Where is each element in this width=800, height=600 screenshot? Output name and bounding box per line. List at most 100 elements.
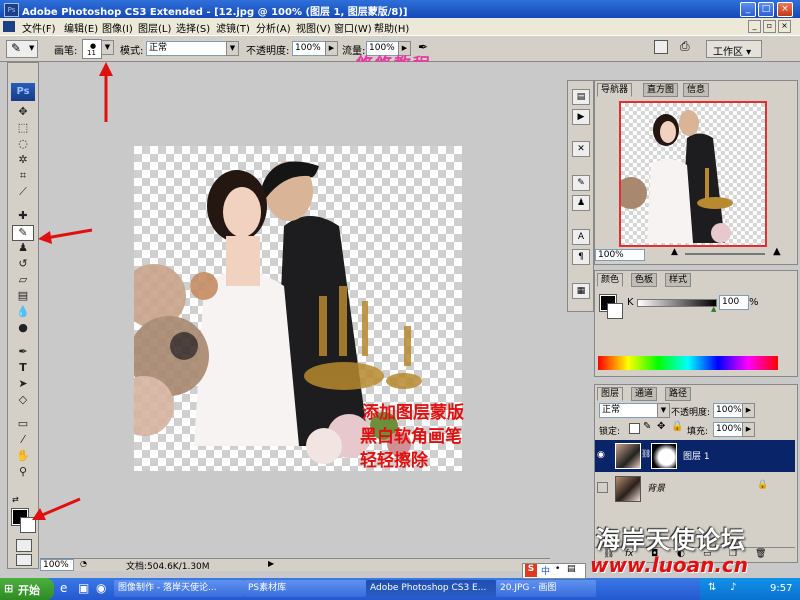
lasso-tool-icon[interactable]: ◌ bbox=[12, 137, 34, 151]
layer-comps-icon[interactable]: ▦ bbox=[572, 283, 590, 299]
eyedropper-tool-icon[interactable]: ⁄ bbox=[12, 433, 34, 447]
path-selection-tool-icon[interactable]: ➤ bbox=[12, 377, 34, 391]
task-paint[interactable]: 20.JPG - 画图 bbox=[496, 580, 596, 597]
navigator-zoom-slider[interactable] bbox=[685, 253, 765, 255]
navigator-zoom-field[interactable]: 100% bbox=[595, 249, 645, 261]
tab-styles[interactable]: 样式 bbox=[665, 273, 692, 287]
menu-select[interactable]: 选择(S) bbox=[176, 20, 210, 35]
tab-channels[interactable]: 通道 bbox=[631, 387, 658, 401]
screen-mode-icon[interactable] bbox=[16, 554, 32, 566]
brush-tool-icon[interactable]: ✎ bbox=[12, 225, 34, 241]
magic-wand-tool-icon[interactable]: ✲ bbox=[12, 153, 34, 167]
fill-input[interactable]: 100% bbox=[713, 422, 743, 437]
k-slider-handle-icon[interactable]: ▲ bbox=[711, 305, 716, 313]
opacity-input[interactable]: 100% bbox=[292, 41, 326, 56]
hand-tool-icon[interactable]: ✋ bbox=[12, 449, 34, 463]
status-menu-icon[interactable]: ◔ bbox=[80, 559, 87, 568]
quick-mask-icon[interactable] bbox=[16, 539, 32, 552]
menu-edit[interactable]: 编辑(E) bbox=[64, 20, 98, 35]
zoom-in-icon[interactable]: ▲ bbox=[773, 246, 781, 257]
layer-row-background[interactable]: 背景 🔒 bbox=[595, 473, 795, 503]
delete-layer-icon[interactable]: 🗑 bbox=[755, 549, 766, 559]
menu-view[interactable]: 视图(V) bbox=[296, 20, 331, 35]
visibility-eye-icon[interactable]: ◉ bbox=[597, 450, 605, 460]
opacity-arrow[interactable]: ▶ bbox=[325, 41, 338, 56]
quicklaunch-desktop-icon[interactable]: ▣ bbox=[78, 581, 89, 595]
marquee-tool-icon[interactable]: ⬚ bbox=[12, 121, 34, 135]
tab-layers[interactable]: 图层 bbox=[597, 387, 624, 401]
slice-tool-icon[interactable]: ⟋ bbox=[12, 185, 34, 199]
layer-row-layer1[interactable]: ◉ ⛓ 图层 1 bbox=[595, 440, 795, 472]
menu-window[interactable]: 窗口(W) bbox=[334, 20, 372, 35]
move-tool-icon[interactable]: ✥ bbox=[12, 105, 34, 119]
navigator-panel-icon[interactable]: ▤ bbox=[572, 89, 590, 105]
brush-size-dropdown[interactable]: ▼ bbox=[101, 40, 114, 55]
lock-pixels-icon[interactable]: ✎ bbox=[643, 421, 651, 432]
task-browser[interactable]: 图像制作 - 落岸天使论... bbox=[114, 580, 244, 597]
minimize-button[interactable]: _ bbox=[740, 2, 756, 17]
start-button[interactable]: ⊞ 开始 bbox=[0, 578, 54, 600]
ime-toolbar[interactable]: S 中 • ▤ bbox=[522, 563, 586, 579]
blend-mode-dropdown[interactable]: ▼ bbox=[657, 403, 670, 418]
layer-opacity-arrow[interactable]: ▶ bbox=[742, 403, 755, 418]
lock-position-icon[interactable]: ✥ bbox=[657, 421, 665, 432]
shape-tool-icon[interactable]: ◇ bbox=[12, 393, 34, 407]
close-button[interactable]: × bbox=[777, 2, 793, 17]
status-arrow-icon[interactable]: ▶ bbox=[268, 559, 274, 568]
brush-preset-picker[interactable]: ✎ ▼ bbox=[6, 40, 38, 58]
bridge-icon[interactable]: ⎙ bbox=[680, 39, 690, 54]
maximize-button[interactable]: □ bbox=[758, 2, 774, 17]
tab-color[interactable]: 颜色 bbox=[597, 273, 624, 287]
tab-paths[interactable]: 路径 bbox=[665, 387, 692, 401]
task-photoshop[interactable]: Adobe Photoshop CS3 E... bbox=[366, 580, 496, 597]
history-brush-tool-icon[interactable]: ↺ bbox=[12, 257, 34, 271]
tab-info[interactable]: 信息 bbox=[683, 83, 710, 97]
blur-tool-icon[interactable]: 💧 bbox=[12, 305, 34, 319]
quicklaunch-media-icon[interactable]: ◉ bbox=[96, 581, 106, 595]
tray-volume-icon[interactable]: ♪ bbox=[730, 582, 736, 593]
menu-filter[interactable]: 滤镜(T) bbox=[216, 20, 250, 35]
fill-arrow[interactable]: ▶ bbox=[742, 422, 755, 437]
pen-tool-icon[interactable]: ✒ bbox=[12, 345, 34, 359]
notes-tool-icon[interactable]: ▭ bbox=[12, 417, 34, 431]
blend-mode-select[interactable]: 正常 bbox=[599, 403, 661, 418]
clone-source-icon[interactable]: ♟ bbox=[572, 195, 590, 211]
clone-stamp-tool-icon[interactable]: ♟ bbox=[12, 241, 34, 255]
menu-image[interactable]: 图像(I) bbox=[102, 20, 133, 35]
paragraph-panel-icon[interactable]: ¶ bbox=[572, 249, 590, 265]
color-spectrum-bar[interactable] bbox=[598, 356, 778, 370]
tool-presets-icon[interactable]: ✕ bbox=[572, 141, 590, 157]
brushes-panel-icon[interactable]: ✎ bbox=[572, 175, 590, 191]
k-value-input[interactable]: 100 bbox=[719, 295, 749, 310]
actions-panel-icon[interactable]: ▶ bbox=[572, 109, 590, 125]
navigator-thumbnail[interactable] bbox=[615, 101, 767, 247]
tray-network-icon[interactable]: ⇅ bbox=[708, 582, 716, 593]
type-tool-icon[interactable]: T bbox=[12, 361, 34, 375]
mode-dropdown[interactable]: ▼ bbox=[226, 41, 239, 56]
zoom-out-icon[interactable]: ▲ bbox=[671, 247, 678, 257]
palette-well-icon[interactable] bbox=[654, 40, 668, 54]
tab-swatches[interactable]: 色板 bbox=[631, 273, 658, 287]
doc-minimize-button[interactable]: _ bbox=[748, 20, 761, 33]
healing-brush-tool-icon[interactable]: ✚ bbox=[12, 209, 34, 223]
lock-transparency-icon[interactable] bbox=[629, 423, 640, 434]
mode-select[interactable]: 正常 bbox=[146, 41, 230, 56]
swap-colors-icon[interactable]: ⇄ bbox=[12, 495, 19, 504]
doc-close-button[interactable]: × bbox=[778, 20, 791, 33]
lock-all-icon[interactable]: 🔒 bbox=[671, 421, 683, 432]
character-panel-icon[interactable]: A bbox=[572, 229, 590, 245]
doc-restore-button[interactable]: ▫ bbox=[763, 20, 776, 33]
workspace-button[interactable]: 工作区 ▾ bbox=[706, 40, 762, 58]
layer1-mask-thumbnail[interactable] bbox=[651, 443, 677, 469]
layer-opacity-input[interactable]: 100% bbox=[713, 403, 743, 418]
crop-tool-icon[interactable]: ⌗ bbox=[12, 169, 34, 183]
color-bg-swatch[interactable] bbox=[607, 303, 623, 319]
brush-size-picker[interactable]: ● 11 bbox=[82, 39, 102, 59]
menu-help[interactable]: 帮助(H) bbox=[374, 20, 409, 35]
visibility-box-icon[interactable] bbox=[597, 482, 608, 493]
menu-file[interactable]: 文件(F) bbox=[22, 20, 56, 35]
zoom-level-field[interactable]: 100% bbox=[40, 559, 74, 571]
chain-link-icon[interactable]: ⛓ bbox=[641, 449, 651, 458]
menu-analysis[interactable]: 分析(A) bbox=[256, 20, 291, 35]
tab-histogram[interactable]: 直方图 bbox=[643, 83, 679, 97]
